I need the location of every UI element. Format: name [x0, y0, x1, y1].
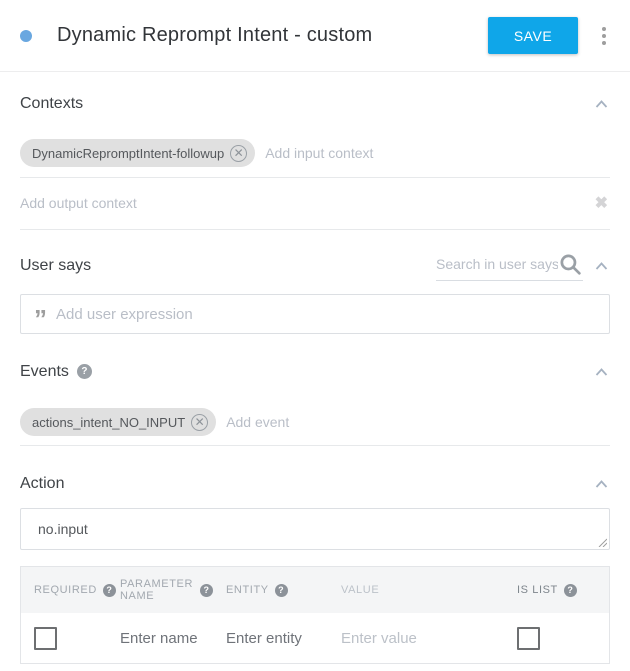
- parameters-table: REQUIRED ? PARAMETER NAME ? ENTITY ? VAL…: [20, 566, 610, 664]
- more-options-icon[interactable]: [598, 23, 610, 49]
- output-contexts-row: ✖: [20, 178, 610, 230]
- events-row: actions_intent_NO_INPUT ✕: [20, 408, 610, 446]
- intent-priority-dot[interactable]: [20, 30, 32, 42]
- action-name-value: no.input: [38, 521, 88, 537]
- user-says-search: [436, 252, 583, 281]
- add-user-expression-field[interactable]: [56, 306, 596, 323]
- parameters-table-header: REQUIRED ? PARAMETER NAME ? ENTITY ? VAL…: [21, 567, 609, 613]
- column-header-entity: ENTITY ?: [213, 584, 328, 597]
- intent-header: Dynamic Reprompt Intent - custom SAVE: [0, 0, 630, 72]
- search-icon: [558, 252, 583, 277]
- remove-output-context-icon[interactable]: ✖: [593, 193, 610, 213]
- add-input-context-field[interactable]: [265, 145, 610, 161]
- remove-event-icon[interactable]: ✕: [191, 414, 208, 431]
- entity-help-icon[interactable]: ?: [275, 584, 288, 597]
- events-heading: Events: [20, 363, 69, 381]
- event-chip-label: actions_intent_NO_INPUT: [32, 415, 185, 430]
- input-contexts-row: DynamicRepromptIntent-followup ✕: [20, 139, 610, 178]
- save-button[interactable]: SAVE: [488, 17, 578, 54]
- parameter-name-field[interactable]: [120, 630, 208, 647]
- column-header-required: REQUIRED ?: [21, 584, 107, 597]
- action-name-field[interactable]: no.input: [20, 508, 610, 550]
- action-collapse-chevron-icon[interactable]: [593, 473, 610, 495]
- user-says-heading: User says: [20, 257, 91, 275]
- events-help-icon[interactable]: ?: [77, 364, 92, 379]
- resize-handle-icon[interactable]: [598, 538, 607, 547]
- parameter-value-field[interactable]: [341, 630, 496, 647]
- column-header-is-list: IS LIST ?: [504, 584, 609, 597]
- parameter-name-help-icon[interactable]: ?: [200, 584, 213, 597]
- is-list-help-icon[interactable]: ?: [564, 584, 577, 597]
- user-says-collapse-chevron-icon[interactable]: [593, 255, 610, 277]
- events-collapse-chevron-icon[interactable]: [593, 361, 610, 383]
- required-checkbox[interactable]: [34, 627, 57, 650]
- event-chip: actions_intent_NO_INPUT ✕: [20, 408, 216, 436]
- column-header-value: VALUE: [328, 584, 504, 596]
- remove-input-context-icon[interactable]: ✕: [230, 145, 247, 162]
- action-section-header: Action: [20, 474, 610, 493]
- intent-editor: Dynamic Reprompt Intent - custom SAVE Co…: [0, 0, 630, 664]
- add-event-field[interactable]: [226, 414, 610, 430]
- parameter-row: [21, 613, 609, 663]
- contexts-heading: Contexts: [20, 95, 83, 113]
- intent-title[interactable]: Dynamic Reprompt Intent - custom: [57, 24, 372, 47]
- contexts-collapse-chevron-icon[interactable]: [593, 93, 610, 115]
- input-context-chip-label: DynamicRepromptIntent-followup: [32, 146, 224, 161]
- parameter-entity-field[interactable]: [226, 630, 323, 647]
- events-section-header: Events ?: [20, 362, 610, 381]
- is-list-checkbox[interactable]: [517, 627, 540, 650]
- action-heading: Action: [20, 475, 64, 493]
- input-context-chip: DynamicRepromptIntent-followup ✕: [20, 139, 255, 167]
- user-says-search-input[interactable]: [436, 256, 558, 272]
- column-header-parameter-name: PARAMETER NAME ?: [107, 578, 213, 602]
- contexts-section-header: Contexts: [20, 94, 610, 113]
- user-says-section-header: User says: [20, 256, 610, 276]
- user-expression-box: ”: [20, 294, 610, 334]
- add-output-context-field[interactable]: [20, 195, 593, 211]
